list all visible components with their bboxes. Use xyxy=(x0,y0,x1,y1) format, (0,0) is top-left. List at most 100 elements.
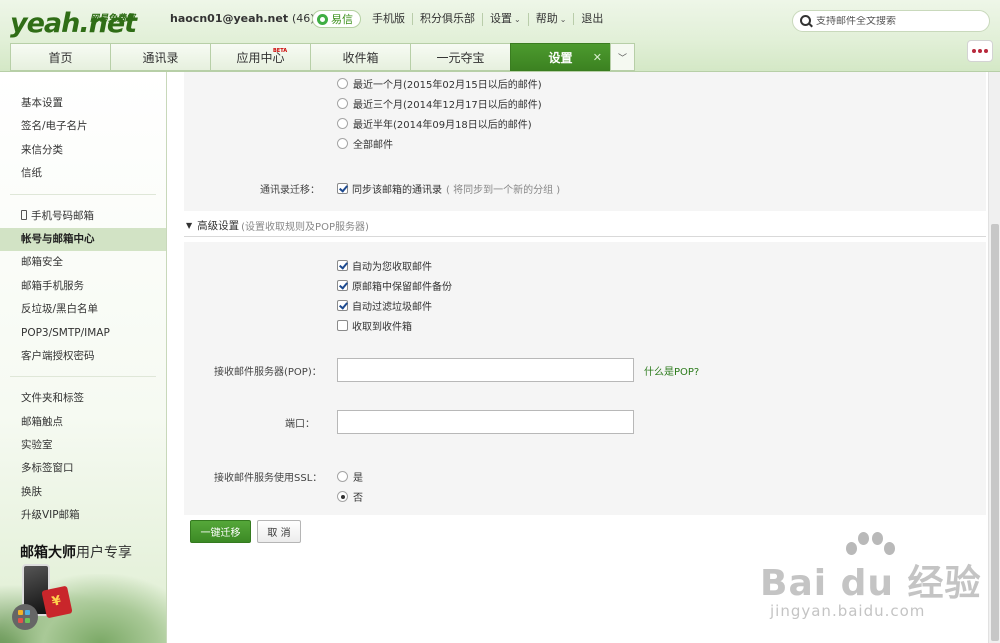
sidebar-item-pop3[interactable]: POP3/SMTP/IMAP xyxy=(0,322,166,345)
radio-button[interactable] xyxy=(337,471,348,482)
ssl-option-no[interactable]: 否 xyxy=(337,489,363,504)
scrollbar-thumb[interactable] xyxy=(991,224,999,641)
advanced-settings-panel: 自动为您收取邮件 原邮箱中保留邮件备份 自动过滤垃圾邮件 收取到收件箱 接收邮件… xyxy=(184,242,986,515)
pop-server-label: 接收邮件服务器(POP)： xyxy=(214,367,322,378)
port-input[interactable] xyxy=(337,410,634,434)
dot-icon xyxy=(978,49,982,53)
time-range-option[interactable]: 最近半年(2014年09月18日以后的邮件) xyxy=(337,116,532,131)
option-label: 同步该邮箱的通讯录 xyxy=(352,185,442,196)
close-icon[interactable]: ✕ xyxy=(593,51,602,64)
pop-server-input[interactable] xyxy=(337,358,634,382)
advanced-settings-toggle[interactable]: ▼ 高级设置 (设置收取规则及POP服务器) xyxy=(186,218,369,233)
option-label: 最近半年(2014年09月18日以后的邮件) xyxy=(353,120,532,131)
radio-button[interactable] xyxy=(337,98,348,109)
sidebar-item-lab[interactable]: 实验室 xyxy=(0,434,166,457)
yixin-button[interactable]: 易信 xyxy=(312,10,361,28)
more-options-button[interactable] xyxy=(967,40,993,62)
contacts-sync-checkbox[interactable] xyxy=(337,183,348,194)
chevron-down-icon: ⌄ xyxy=(559,14,567,24)
option-label: 全部邮件 xyxy=(353,140,393,151)
help-menu[interactable]: 帮助 ⌄ xyxy=(527,12,574,26)
sidebar-item-skin[interactable]: 换肤 xyxy=(0,481,166,504)
logout-link[interactable]: 退出 xyxy=(573,13,610,25)
sidebar-item-account-center[interactable]: 帐号与邮箱中心 xyxy=(0,227,166,252)
option-label: 原邮箱中保留邮件备份 xyxy=(352,282,452,293)
chevron-down-icon: ﹀ xyxy=(617,53,627,64)
settings-menu[interactable]: 设置 ⌄ xyxy=(482,12,528,26)
header: yeah.net 网易免费邮 haocn01@yeah.net (46) 易信 … xyxy=(0,0,1000,72)
sidebar-item-touchpoints[interactable]: 邮箱触点 xyxy=(0,411,166,434)
dot-icon xyxy=(984,49,988,53)
tab-label: 通讯录 xyxy=(142,50,179,65)
sidebar-item-security[interactable]: 邮箱安全 xyxy=(0,251,166,274)
user-account[interactable]: haocn01@yeah.net (46) xyxy=(170,12,315,25)
fetch-to-inbox-option[interactable]: 收取到收件箱 xyxy=(337,318,412,333)
sidebar-item-antispam[interactable]: 反垃圾/黑白名单 xyxy=(0,298,166,321)
sidebar-item-folders[interactable]: 文件夹和标签 xyxy=(0,387,166,410)
keep-backup-option[interactable]: 原邮箱中保留邮件备份 xyxy=(337,278,452,293)
tab-overflow-button[interactable]: ﹀ xyxy=(610,43,635,71)
points-club-link[interactable]: 积分俱乐部 xyxy=(412,13,482,25)
spam-filter-option[interactable]: 自动过滤垃圾邮件 xyxy=(337,298,432,313)
logo[interactable]: yeah.net 网易免费邮 xyxy=(10,6,140,39)
option-label: 最近一个月(2015年02月15日以后的邮件) xyxy=(353,80,542,91)
sidebar-group-basic: 基本设置 签名/电子名片 来信分类 信纸 xyxy=(0,72,166,186)
mail-master-promo[interactable]: 邮箱大师用户专享 xyxy=(0,534,166,643)
sidebar-group-more: 文件夹和标签 邮箱触点 实验室 多标签窗口 换肤 升级VIP邮箱 xyxy=(0,377,166,527)
dot-icon xyxy=(972,49,976,53)
checkbox[interactable] xyxy=(337,300,348,311)
migrate-button[interactable]: 一键迁移 xyxy=(190,520,251,543)
ssl-label: 接收邮件服务使用SSL： xyxy=(214,473,323,484)
search-input[interactable] xyxy=(816,15,986,27)
sidebar-item-phone-mailbox[interactable]: 手机号码邮箱 xyxy=(0,205,166,228)
user-email: haocn01@yeah.net xyxy=(170,12,289,25)
chevron-down-icon: ▼ xyxy=(186,221,193,230)
tab-inbox[interactable]: 收件箱 xyxy=(310,43,410,71)
contacts-sync-option[interactable]: 同步该邮箱的通讯录 ( 将同步到一个新的分组 ) xyxy=(337,181,560,196)
settings-sidebar: 基本设置 签名/电子名片 来信分类 信纸 手机号码邮箱 帐号与邮箱中心 邮箱安全… xyxy=(0,72,167,643)
tab-home[interactable]: 首页 xyxy=(10,43,110,71)
radio-button[interactable] xyxy=(337,118,348,129)
search-icon[interactable] xyxy=(799,14,813,28)
time-range-option[interactable]: 全部邮件 xyxy=(337,136,393,151)
auto-fetch-option[interactable]: 自动为您收取邮件 xyxy=(337,258,432,273)
mobile-link[interactable]: 手机版 xyxy=(365,13,412,25)
sidebar-item-signature[interactable]: 签名/电子名片 xyxy=(0,115,166,138)
promo-title: 邮箱大师用户专享 xyxy=(20,542,132,562)
tab-label: 设置 xyxy=(548,50,573,65)
radio-button[interactable] xyxy=(337,491,348,502)
tab-label: 首页 xyxy=(48,50,73,65)
sidebar-item-multi-tab[interactable]: 多标签窗口 xyxy=(0,457,166,480)
time-range-option[interactable]: 最近三个月(2014年12月17日以后的邮件) xyxy=(337,96,542,111)
tab-contacts[interactable]: 通讯录 xyxy=(110,43,210,71)
checkbox[interactable] xyxy=(337,320,348,331)
red-envelope-icon xyxy=(41,585,73,619)
advanced-settings-title: 高级设置 xyxy=(197,220,240,232)
promo-title-rest: 用户专享 xyxy=(76,545,132,561)
vertical-scrollbar[interactable] xyxy=(988,72,1000,643)
sidebar-item-mobile-service[interactable]: 邮箱手机服务 xyxy=(0,275,166,298)
tab-app-center[interactable]: 应用中心 BETA xyxy=(210,43,310,71)
ssl-option-yes[interactable]: 是 xyxy=(337,469,363,484)
radio-button[interactable] xyxy=(337,138,348,149)
option-label: 最近三个月(2014年12月17日以后的邮件) xyxy=(353,100,542,111)
radio-button[interactable] xyxy=(337,78,348,89)
checkbox[interactable] xyxy=(337,280,348,291)
settings-content: 最近一个月(2015年02月15日以后的邮件) 最近三个月(2014年12月17… xyxy=(168,72,988,643)
promo-title-bold: 邮箱大师 xyxy=(20,545,76,561)
sidebar-item-client-password[interactable]: 客户端授权密码 xyxy=(0,345,166,368)
time-range-option[interactable]: 最近一个月(2015年02月15日以后的邮件) xyxy=(337,76,542,91)
tab-settings[interactable]: 设置 ✕ xyxy=(510,43,610,71)
divider xyxy=(184,236,986,237)
option-label: 否 xyxy=(353,493,363,504)
checkbox[interactable] xyxy=(337,260,348,271)
app-grid-icon xyxy=(12,604,38,630)
cancel-button[interactable]: 取 消 xyxy=(257,520,301,543)
sidebar-item-mail-filter[interactable]: 来信分类 xyxy=(0,139,166,162)
tab-one-yuan[interactable]: 一元夺宝 xyxy=(410,43,510,71)
sidebar-item-stationery[interactable]: 信纸 xyxy=(0,162,166,185)
sidebar-item-basic-settings[interactable]: 基本设置 xyxy=(0,92,166,115)
search-box[interactable] xyxy=(792,10,990,32)
sidebar-item-vip[interactable]: 升级VIP邮箱 xyxy=(0,504,166,527)
what-is-pop-link[interactable]: 什么是POP? xyxy=(644,363,699,378)
